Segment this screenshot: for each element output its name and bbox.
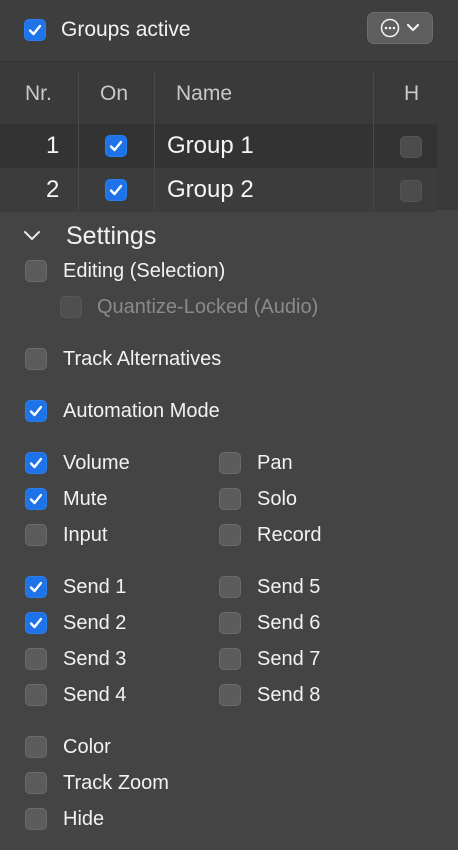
groups-active-label: Groups active (61, 18, 191, 41)
volume-label: Volume (63, 452, 130, 474)
send-3-label: Send 3 (63, 648, 127, 670)
input-checkbox[interactable] (25, 524, 47, 546)
send-8-label: Send 8 (257, 684, 321, 706)
send-4-checkbox[interactable] (25, 684, 47, 706)
checkmark-icon (28, 24, 42, 36)
group-hide-checkbox[interactable] (400, 180, 422, 202)
solo-checkbox[interactable] (219, 488, 241, 510)
record-label: Record (257, 524, 322, 546)
quantize-locked-label: Quantize-Locked (Audio) (97, 296, 319, 318)
column-divider (78, 72, 79, 210)
send-8-checkbox[interactable] (219, 684, 241, 706)
solo-label: Solo (257, 488, 298, 510)
checkmark-icon (109, 184, 123, 196)
checkmark-icon (29, 405, 43, 417)
column-header-nr[interactable]: Nr. (25, 82, 52, 106)
group-name[interactable]: Group 2 (167, 168, 254, 212)
send-5-checkbox[interactable] (219, 576, 241, 598)
groups-active-checkbox[interactable] (24, 19, 46, 41)
pan-checkbox[interactable] (219, 452, 241, 474)
color-checkbox[interactable] (25, 736, 47, 758)
checkmark-icon (29, 493, 43, 505)
editing-selection-label: Editing (Selection) (63, 260, 226, 282)
column-divider (373, 72, 374, 210)
quantize-locked-checkbox (60, 296, 82, 318)
send-1-checkbox[interactable] (25, 576, 47, 598)
send-1-label: Send 1 (63, 576, 127, 598)
table-row[interactable]: 1 Group 1 (0, 124, 437, 168)
group-hide-checkbox[interactable] (400, 136, 422, 158)
groups-table: Nr. On Name H 1 Group 1 2 Group 2 (0, 62, 458, 212)
send-2-label: Send 2 (63, 612, 127, 634)
table-row[interactable]: 2 Group 2 (0, 168, 437, 212)
pan-label: Pan (257, 452, 293, 474)
chevron-down-icon (406, 23, 420, 32)
hide-label: Hide (63, 808, 105, 830)
send-2-checkbox[interactable] (25, 612, 47, 634)
editing-selection-checkbox[interactable] (25, 260, 47, 282)
group-on-checkbox[interactable] (105, 179, 127, 201)
send-6-checkbox[interactable] (219, 612, 241, 634)
groups-toolbar: Groups active (0, 0, 458, 62)
volume-checkbox[interactable] (25, 452, 47, 474)
column-divider (154, 72, 155, 210)
group-options-menu-button[interactable] (367, 12, 433, 44)
checkmark-icon (29, 457, 43, 469)
hide-checkbox[interactable] (25, 808, 47, 830)
group-number: 2 (46, 176, 60, 203)
group-number: 1 (46, 132, 60, 159)
checkmark-icon (29, 581, 43, 593)
send-7-checkbox[interactable] (219, 648, 241, 670)
track-zoom-label: Track Zoom (63, 772, 169, 794)
column-header-on[interactable]: On (100, 82, 128, 106)
checkmark-icon (29, 617, 43, 629)
track-alternatives-checkbox[interactable] (25, 348, 47, 370)
automation-mode-label: Automation Mode (63, 400, 220, 422)
ellipsis-circle-icon (380, 18, 400, 38)
send-7-label: Send 7 (257, 648, 321, 670)
input-label: Input (63, 524, 108, 546)
group-name[interactable]: Group 1 (167, 124, 254, 168)
checkmark-icon (109, 140, 123, 152)
group-on-checkbox[interactable] (105, 135, 127, 157)
mute-label: Mute (63, 488, 108, 510)
send-3-checkbox[interactable] (25, 648, 47, 670)
chevron-down-icon[interactable] (23, 230, 41, 242)
column-header-h[interactable]: H (404, 82, 419, 106)
track-alternatives-label: Track Alternatives (63, 348, 222, 370)
send-5-label: Send 5 (257, 576, 321, 598)
column-header-name[interactable]: Name (176, 82, 232, 106)
automation-mode-checkbox[interactable] (25, 400, 47, 422)
color-label: Color (63, 736, 111, 758)
track-zoom-checkbox[interactable] (25, 772, 47, 794)
settings-section-title[interactable]: Settings (66, 222, 156, 251)
send-6-label: Send 6 (257, 612, 321, 634)
send-4-label: Send 4 (63, 684, 127, 706)
mute-checkbox[interactable] (25, 488, 47, 510)
record-checkbox[interactable] (219, 524, 241, 546)
